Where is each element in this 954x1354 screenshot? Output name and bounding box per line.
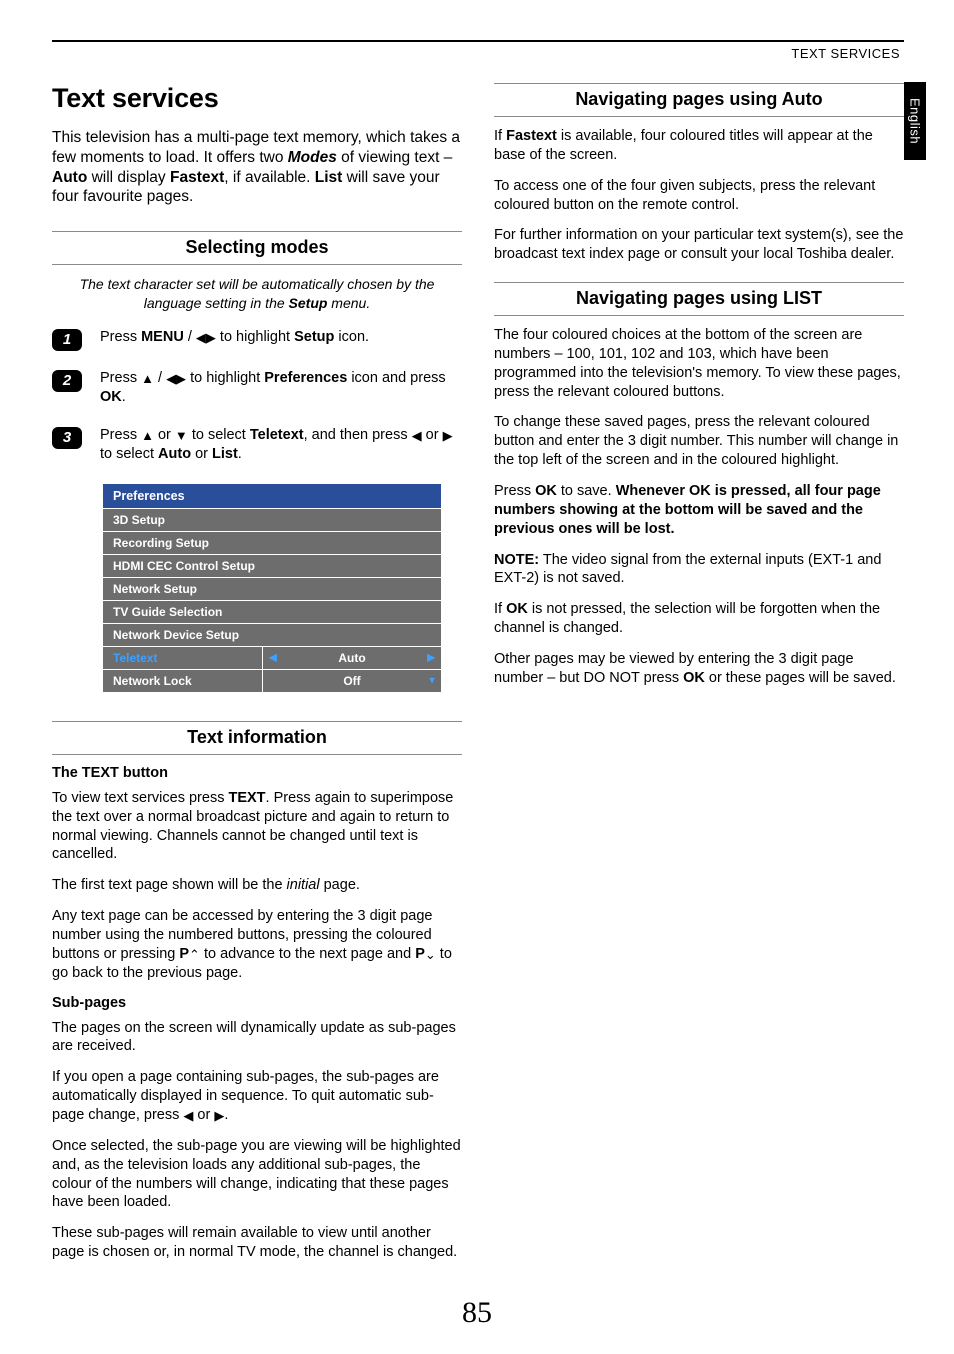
menu-row: Network Device Setup	[103, 623, 442, 646]
selecting-note: The text character set will be automatic…	[52, 275, 462, 311]
step: 1 Press MENU / ◀▶ to highlight Setup icon…	[52, 328, 462, 351]
text-para: The first text page shown will be the in…	[52, 876, 462, 895]
header-section: TEXT SERVICES	[52, 46, 904, 61]
text-para: These sub-pages will remain available to…	[52, 1224, 462, 1262]
text-para: Press OK to save. Whenever OK is pressed…	[494, 482, 904, 539]
menu-item-label: Teletext	[103, 646, 263, 669]
step-number: 1	[52, 329, 82, 351]
text-button-heading: The TEXT button	[52, 765, 462, 781]
intro-text: This television has a multi-page text me…	[52, 128, 462, 207]
menu-item-label: HDMI CEC Control Setup	[103, 554, 442, 577]
menu-item-label: Network Setup	[103, 577, 442, 600]
language-tab: English	[904, 82, 926, 160]
step: 2 Press ▲ / ◀▶ to highlight Preferences i…	[52, 369, 462, 408]
menu-item-value: Auto◀▶	[263, 646, 442, 669]
step-text: Press MENU / ◀▶ to highlight Setup icon.	[100, 328, 462, 348]
text-para: To change these saved pages, press the r…	[494, 413, 904, 470]
text-para: The pages on the screen will dynamically…	[52, 1019, 462, 1057]
page-down-icon: ⌄	[425, 947, 436, 964]
text-para: NOTE: The video signal from the external…	[494, 551, 904, 589]
menu-item-label: Network Lock	[103, 669, 263, 692]
menu-item-label: TV Guide Selection	[103, 600, 442, 623]
left-arrow-icon: ◀	[269, 652, 277, 663]
text-para: For further information on your particul…	[494, 226, 904, 264]
up-icon: ▲	[141, 427, 154, 445]
step: 3 Press ▲ or ▼ to select Teletext, and th…	[52, 426, 462, 465]
text-para: Any text page can be accessed by enterin…	[52, 907, 462, 982]
text-para: To access one of the four given subjects…	[494, 177, 904, 215]
page-number: 85	[0, 1296, 954, 1330]
section-nav-list: Navigating pages using LIST	[494, 282, 904, 316]
text-para: To view text services press TEXT. Press …	[52, 789, 462, 864]
down-icon: ▼	[175, 427, 188, 445]
step-text: Press ▲ or ▼ to select Teletext, and the…	[100, 426, 462, 465]
menu-row: Network Setup	[103, 577, 442, 600]
section-text-information: Text information	[52, 721, 462, 755]
menu-row: Recording Setup	[103, 531, 442, 554]
menu-row: TV Guide Selection	[103, 600, 442, 623]
step-text: Press ▲ / ◀▶ to highlight Preferences ic…	[100, 369, 462, 408]
left-icon: ◀	[412, 427, 422, 445]
text-para: The four coloured choices at the bottom …	[494, 326, 904, 401]
text-para: If OK is not pressed, the selection will…	[494, 600, 904, 638]
menu-item-value: Off▼	[263, 669, 442, 692]
section-nav-auto: Navigating pages using Auto	[494, 83, 904, 117]
subpages-heading: Sub-pages	[52, 995, 462, 1011]
preferences-menu: Preferences 3D SetupRecording SetupHDMI …	[102, 483, 442, 693]
right-icon: ▶	[443, 427, 453, 445]
menu-item-label: 3D Setup	[103, 508, 442, 531]
down-arrow-icon: ▼	[427, 675, 437, 686]
menu-item-label: Recording Setup	[103, 531, 442, 554]
step-number: 2	[52, 370, 82, 392]
text-para: Other pages may be viewed by entering th…	[494, 650, 904, 688]
right-icon: ▶	[214, 1108, 224, 1125]
left-right-icon: ◀▶	[166, 370, 186, 388]
right-arrow-icon: ▶	[427, 652, 435, 663]
menu-row: HDMI CEC Control Setup	[103, 554, 442, 577]
page-up-icon: ⌃	[189, 947, 200, 964]
menu-row: TeletextAuto◀▶	[103, 646, 442, 669]
menu-row: Network LockOff▼	[103, 669, 442, 692]
up-icon: ▲	[141, 370, 154, 388]
text-para: If you open a page containing sub-pages,…	[52, 1068, 462, 1125]
section-selecting-modes: Selecting modes	[52, 231, 462, 265]
text-para: Once selected, the sub-page you are view…	[52, 1137, 462, 1212]
left-right-icon: ◀▶	[196, 329, 216, 347]
menu-item-label: Network Device Setup	[103, 623, 442, 646]
menu-header: Preferences	[103, 483, 442, 508]
step-number: 3	[52, 427, 82, 449]
page-title: Text services	[52, 83, 462, 114]
menu-row: 3D Setup	[103, 508, 442, 531]
text-para: If Fastext is available, four coloured t…	[494, 127, 904, 165]
left-icon: ◀	[183, 1108, 193, 1125]
